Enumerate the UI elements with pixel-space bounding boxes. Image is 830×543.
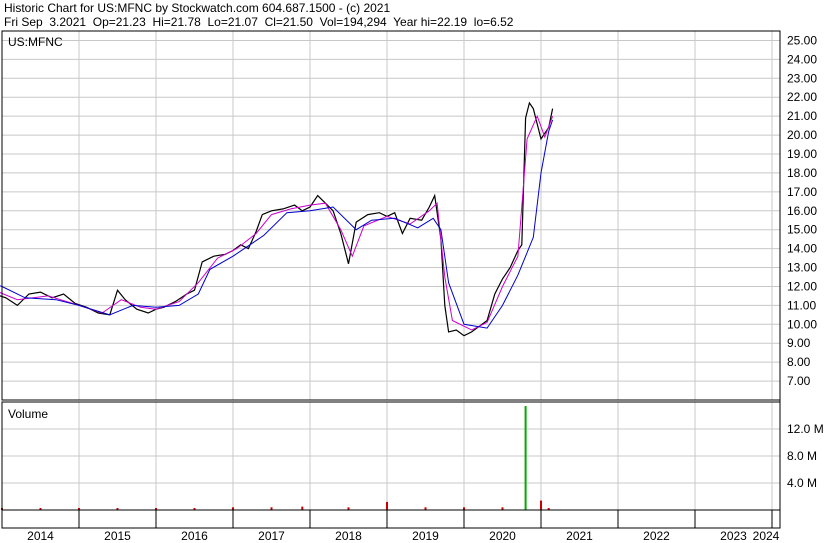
- price-series: [0, 101, 554, 337]
- price-y-tick-label: 9.00: [787, 336, 811, 350]
- x-tick-label: 2023: [720, 529, 747, 543]
- volume-label: Volume: [8, 407, 48, 421]
- volume-bars: [1, 406, 550, 510]
- stock-chart: 7.00 8.00 9.00 10.00 11.00 12.00 13.00 14.00 15.…: [0, 30, 824, 543]
- price-y-tick-label: 23.00: [787, 71, 817, 85]
- volume-y-tick-label: 12.0 M: [787, 422, 824, 436]
- chart-labels: 7.00 8.00 9.00 10.00 11.00 12.00 13.00 14.00 15.…: [8, 33, 824, 543]
- price-y-tick-label: 25.00: [787, 33, 817, 47]
- price-y-tick-label: 7.00: [787, 374, 811, 388]
- volume-y-tick-label: 4.0 M: [787, 476, 817, 490]
- x-tick-label: 2014: [27, 529, 54, 543]
- series-line-ma-long: [0, 119, 554, 329]
- price-y-tick-label: 11.00: [787, 298, 816, 312]
- price-y-tick-label: 22.00: [787, 90, 817, 104]
- price-y-tick-label: 14.00: [787, 242, 817, 256]
- series-line-close: [0, 101, 554, 337]
- x-tick-label: 2022: [643, 529, 670, 543]
- x-tick-label: 2021: [566, 529, 593, 543]
- chart-frames: [1, 30, 781, 529]
- price-y-tick-label: 12.00: [787, 279, 817, 293]
- x-tick-label: 2020: [489, 529, 516, 543]
- x-tick-label: 2015: [104, 529, 131, 543]
- volume-y-tick-label: 8.0 M: [787, 449, 817, 463]
- price-y-tick-label: 24.00: [787, 52, 817, 66]
- x-tick-label: 2016: [181, 529, 208, 543]
- price-y-tick-label: 10.00: [787, 317, 817, 331]
- x-tick-label: 2018: [335, 529, 362, 543]
- volume-bar: [301, 506, 304, 510]
- price-panel-frame: [1, 30, 781, 401]
- price-y-tick-label: 13.00: [787, 261, 817, 275]
- price-y-tick-label: 21.00: [787, 109, 817, 123]
- price-y-tick-label: 19.00: [787, 147, 817, 161]
- x-tick-label: 2019: [412, 529, 439, 543]
- volume-bar: [524, 406, 527, 510]
- volume-bar: [386, 501, 388, 510]
- x-tick-label: 2017: [258, 529, 285, 543]
- volume-bar: [540, 500, 542, 510]
- price-y-tick-label: 17.00: [787, 185, 817, 199]
- price-y-tick-label: 15.00: [787, 223, 817, 237]
- x-tick-label: 2024: [753, 529, 780, 543]
- price-y-tick-label: 8.00: [787, 355, 811, 369]
- price-y-tick-label: 18.00: [787, 166, 817, 180]
- volume-grid: [2, 402, 780, 510]
- price-y-tick-label: 20.00: [787, 128, 817, 142]
- price-grid: [2, 31, 780, 400]
- symbol-label: US:MFNC: [8, 35, 63, 49]
- price-y-tick-label: 16.00: [787, 204, 817, 218]
- x-axis-frame: [1, 509, 781, 529]
